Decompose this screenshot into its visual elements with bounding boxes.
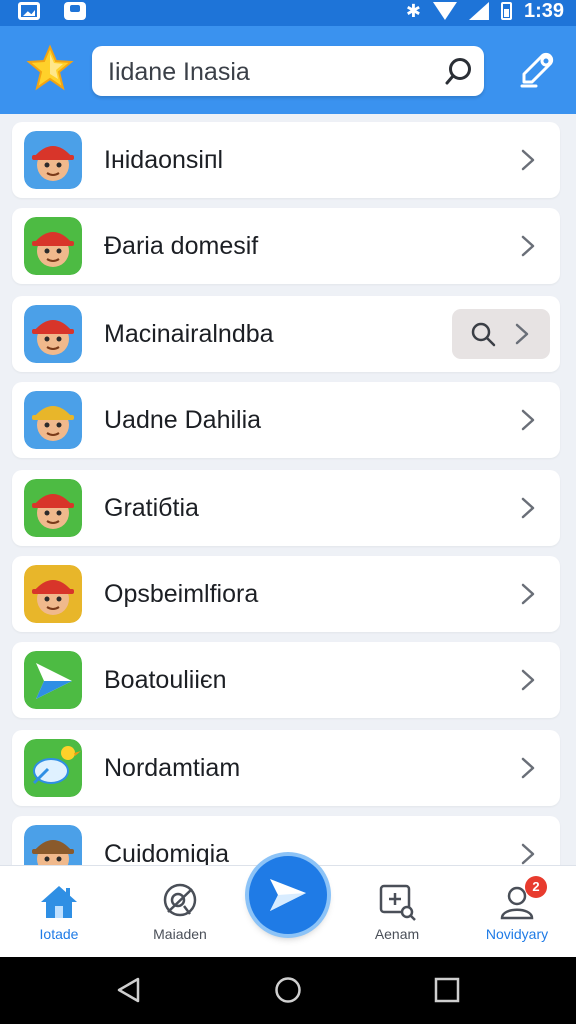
crown-glasses-avatar bbox=[24, 391, 82, 449]
list-item[interactable]: Uadne Dahilia bbox=[12, 382, 560, 458]
search-dashboard-icon bbox=[163, 883, 197, 917]
red-hat-character-avatar bbox=[24, 131, 82, 189]
nav-label-search: Maiaden bbox=[153, 926, 207, 942]
chevron-right-icon[interactable] bbox=[518, 756, 538, 780]
send-fab-button[interactable] bbox=[249, 856, 327, 934]
status-time: 1:39 bbox=[523, 0, 564, 22]
list-item[interactable]: Gratiбtia bbox=[12, 470, 560, 546]
bluetooth-icon: ✱ bbox=[405, 1, 421, 21]
list-item-label: Cuidomiqia bbox=[104, 840, 230, 865]
chevron-right-icon[interactable] bbox=[518, 842, 538, 865]
list-item-label: Nordamtiam bbox=[104, 754, 241, 782]
list-item[interactable]: Iнidaonsiпl bbox=[12, 122, 560, 198]
home-circle-icon[interactable] bbox=[273, 975, 303, 1005]
add-note-icon bbox=[379, 884, 416, 921]
search-input[interactable]: Iidane Inasia bbox=[108, 58, 250, 87]
nav-item-profile[interactable]: 2 Novidyary bbox=[462, 866, 572, 958]
nav-item-add[interactable]: Aenam bbox=[342, 866, 452, 958]
chevron-right-icon[interactable] bbox=[518, 582, 538, 606]
send-icon bbox=[270, 879, 306, 911]
list-item[interactable]: Macinairalndba bbox=[12, 296, 560, 372]
list-item-label: Gratiбtia bbox=[104, 494, 199, 522]
list-item[interactable]: Boatouliiєn bbox=[12, 642, 560, 718]
battery-icon bbox=[500, 2, 512, 20]
notification-badge: 2 bbox=[525, 876, 547, 898]
goggles-pilot-avatar bbox=[24, 565, 82, 623]
nav-label-profile: Novidyary bbox=[485, 926, 549, 942]
search-icon[interactable] bbox=[470, 321, 496, 347]
chevron-right-icon[interactable] bbox=[518, 148, 538, 172]
app-notification-icon bbox=[64, 2, 86, 20]
chevron-right-icon[interactable] bbox=[518, 234, 538, 258]
list-item-label: Boatouliiєn bbox=[104, 666, 227, 694]
nav-item-search[interactable]: Maiaden bbox=[125, 866, 235, 958]
search-icon[interactable] bbox=[444, 56, 474, 86]
chevron-right-icon[interactable] bbox=[512, 322, 532, 346]
back-icon[interactable] bbox=[114, 975, 144, 1005]
list-item-label: Uadne Dahilia bbox=[104, 406, 262, 434]
nav-item-home[interactable]: Iotade bbox=[4, 866, 114, 958]
row-action-pill[interactable] bbox=[452, 309, 550, 359]
nav-label-home: Iotade bbox=[39, 926, 79, 942]
list-item[interactable]: Opsbeimlfiora bbox=[12, 556, 560, 632]
signal-icon bbox=[468, 2, 489, 20]
nav-label-add: Aenam bbox=[374, 926, 420, 942]
status-bar: ✱ 1:39 bbox=[0, 0, 576, 26]
chevron-right-icon[interactable] bbox=[518, 496, 538, 520]
green-cap-avatar bbox=[24, 479, 82, 537]
brown-bear-avatar bbox=[24, 825, 82, 865]
paper-plane-app-icon bbox=[24, 651, 82, 709]
flower-hat-girl-avatar bbox=[24, 305, 82, 363]
home-icon bbox=[41, 886, 77, 918]
contact-list: Iнidaonsiпl Ðaria domesif Macinairalndba Ua… bbox=[10, 114, 566, 865]
search-bar[interactable]: Iidane Inasia bbox=[92, 46, 484, 96]
recents-icon[interactable] bbox=[432, 975, 462, 1005]
bird-app-icon bbox=[24, 739, 82, 797]
red-hat-glasses-avatar bbox=[24, 217, 82, 275]
list-item-label: Iнidaonsiпl bbox=[104, 146, 224, 174]
list-item[interactable]: Nordamtiam bbox=[12, 730, 560, 806]
system-navigation-bar bbox=[0, 957, 576, 1024]
wifi-icon bbox=[432, 2, 457, 20]
app-header: Iidane Inasia bbox=[0, 26, 576, 114]
edit-profile-icon[interactable] bbox=[516, 48, 558, 90]
list-item[interactable]: Ðaria domesif bbox=[12, 208, 560, 284]
list-item-label: Macinairalndba bbox=[104, 320, 274, 348]
gallery-notification-icon bbox=[18, 2, 40, 20]
chevron-right-icon[interactable] bbox=[518, 668, 538, 692]
chevron-right-icon[interactable] bbox=[518, 408, 538, 432]
list-item-label: Opsbeimlfiora bbox=[104, 580, 259, 608]
star-logo-icon[interactable] bbox=[26, 44, 74, 92]
list-item-label: Ðaria domesif bbox=[104, 232, 259, 260]
